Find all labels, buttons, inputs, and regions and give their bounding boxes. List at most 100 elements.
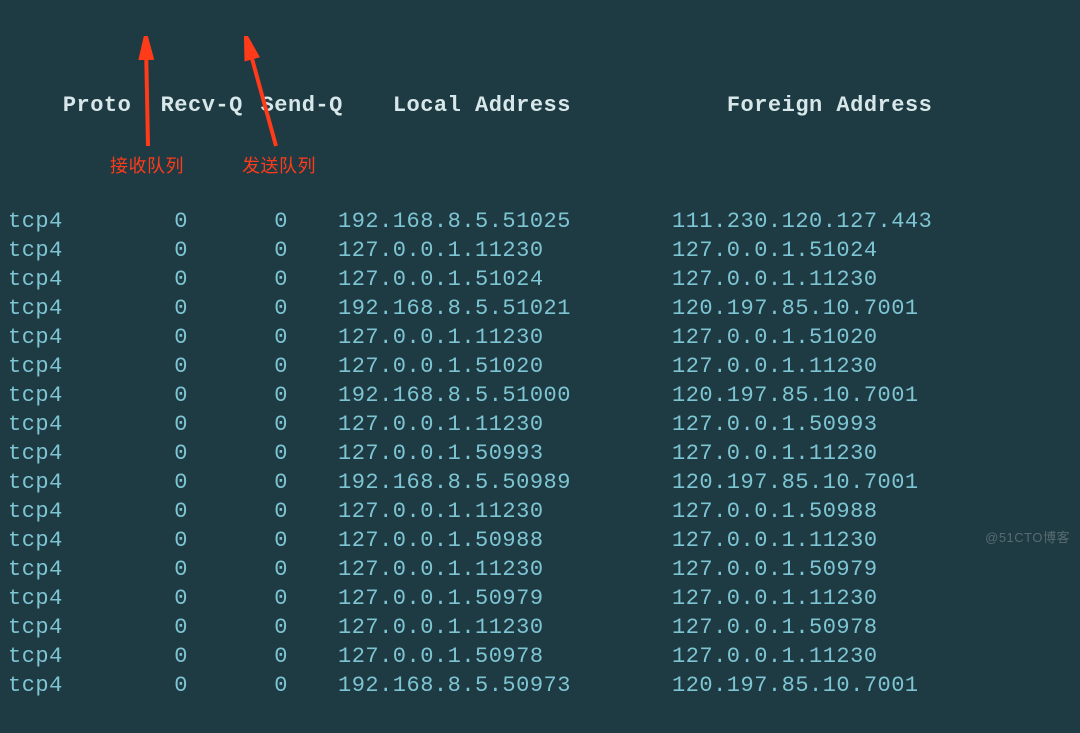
annotation-recv-queue: 接收队列 — [110, 152, 184, 178]
cell-foreign: 120.197.85.10.7001 — [668, 381, 919, 410]
cell-sendq: 0 — [188, 323, 288, 352]
cell-sendq: 0 — [188, 468, 288, 497]
cell-recvq: 0 — [88, 613, 188, 642]
cell-proto: tcp4 — [8, 468, 88, 497]
cell-sendq: 0 — [188, 439, 288, 468]
cell-local: 127.0.0.1.50988 — [288, 526, 668, 555]
cell-recvq: 0 — [88, 410, 188, 439]
col-header-foreign: Foreign Address — [723, 91, 933, 120]
table-row: tcp400127.0.0.1.51024127.0.0.1.11230 — [8, 265, 1072, 294]
cell-recvq: 0 — [88, 497, 188, 526]
table-row: tcp400192.168.8.5.51025111.230.120.127.4… — [8, 207, 1072, 236]
cell-proto: tcp4 — [8, 497, 88, 526]
cell-proto: tcp4 — [8, 323, 88, 352]
cell-proto: tcp4 — [8, 381, 88, 410]
cell-local: 127.0.0.1.11230 — [288, 497, 668, 526]
table-row: tcp400192.168.8.5.51021120.197.85.10.700… — [8, 294, 1072, 323]
cell-sendq: 0 — [188, 671, 288, 700]
cell-sendq: 0 — [188, 236, 288, 265]
cell-local: 192.168.8.5.51000 — [288, 381, 668, 410]
table-row: tcp400127.0.0.1.11230127.0.0.1.50993 — [8, 410, 1072, 439]
table-row: tcp400127.0.0.1.50993127.0.0.1.11230 — [8, 439, 1072, 468]
table-row: tcp400192.168.8.5.50973120.197.85.10.700… — [8, 671, 1072, 700]
cell-foreign: 127.0.0.1.50978 — [668, 613, 878, 642]
cell-local: 127.0.0.1.51020 — [288, 352, 668, 381]
table-row: tcp400127.0.0.1.51020127.0.0.1.11230 — [8, 352, 1072, 381]
watermark: @51CTO博客 — [985, 527, 1070, 546]
cell-proto: tcp4 — [8, 584, 88, 613]
cell-sendq: 0 — [188, 207, 288, 236]
cell-recvq: 0 — [88, 584, 188, 613]
cell-local: 127.0.0.1.11230 — [288, 323, 668, 352]
table-row: tcp400127.0.0.1.11230127.0.0.1.50979 — [8, 555, 1072, 584]
cell-proto: tcp4 — [8, 555, 88, 584]
cell-foreign: 127.0.0.1.11230 — [668, 584, 878, 613]
cell-recvq: 0 — [88, 323, 188, 352]
cell-proto: tcp4 — [8, 439, 88, 468]
cell-recvq: 0 — [88, 294, 188, 323]
cell-foreign: 127.0.0.1.11230 — [668, 352, 878, 381]
cell-local: 127.0.0.1.11230 — [288, 613, 668, 642]
col-header-local: Local Address — [343, 91, 723, 120]
cell-recvq: 0 — [88, 236, 188, 265]
arrow-recv-icon — [130, 36, 170, 151]
cell-recvq: 0 — [88, 468, 188, 497]
table-row: tcp400192.168.8.5.50989120.197.85.10.700… — [8, 468, 1072, 497]
cell-proto: tcp4 — [8, 265, 88, 294]
cell-sendq: 0 — [188, 497, 288, 526]
cell-local: 127.0.0.1.11230 — [288, 555, 668, 584]
cell-proto: tcp4 — [8, 410, 88, 439]
cell-foreign: 120.197.85.10.7001 — [668, 671, 919, 700]
cell-recvq: 0 — [88, 265, 188, 294]
cell-proto: tcp4 — [8, 207, 88, 236]
table-row: tcp400127.0.0.1.11230127.0.0.1.50978 — [8, 613, 1072, 642]
cell-recvq: 0 — [88, 642, 188, 671]
cell-foreign: 127.0.0.1.11230 — [668, 265, 878, 294]
cell-recvq: 0 — [88, 207, 188, 236]
cell-sendq: 0 — [188, 642, 288, 671]
cell-local: 127.0.0.1.11230 — [288, 410, 668, 439]
cell-foreign: 127.0.0.1.50993 — [668, 410, 878, 439]
cell-local: 192.168.8.5.51025 — [288, 207, 668, 236]
cell-foreign: 127.0.0.1.50988 — [668, 497, 878, 526]
cell-proto: tcp4 — [8, 352, 88, 381]
cell-recvq: 0 — [88, 352, 188, 381]
cell-local: 192.168.8.5.50973 — [288, 671, 668, 700]
cell-recvq: 0 — [88, 555, 188, 584]
cell-foreign: 120.197.85.10.7001 — [668, 294, 919, 323]
table-row: tcp400127.0.0.1.11230127.0.0.1.51024 — [8, 236, 1072, 265]
cell-foreign: 127.0.0.1.51020 — [668, 323, 878, 352]
table-row: tcp400127.0.0.1.11230127.0.0.1.50988 — [8, 497, 1072, 526]
arrow-send-icon — [238, 36, 298, 151]
cell-sendq: 0 — [188, 613, 288, 642]
cell-sendq: 0 — [188, 410, 288, 439]
table-row: tcp400127.0.0.1.50988127.0.0.1.11230 — [8, 526, 1072, 555]
cell-sendq: 0 — [188, 294, 288, 323]
table-row: tcp400127.0.0.1.50978127.0.0.1.11230 — [8, 642, 1072, 671]
cell-proto: tcp4 — [8, 294, 88, 323]
annotation-send-queue: 发送队列 — [242, 152, 316, 178]
cell-proto: tcp4 — [8, 236, 88, 265]
cell-local: 127.0.0.1.50993 — [288, 439, 668, 468]
cell-sendq: 0 — [188, 265, 288, 294]
table-row: tcp400127.0.0.1.50979127.0.0.1.11230 — [8, 584, 1072, 613]
cell-proto: tcp4 — [8, 671, 88, 700]
cell-foreign: 127.0.0.1.50979 — [668, 555, 878, 584]
cell-local: 127.0.0.1.51024 — [288, 265, 668, 294]
cell-sendq: 0 — [188, 526, 288, 555]
cell-foreign: 127.0.0.1.11230 — [668, 526, 878, 555]
cell-proto: tcp4 — [8, 642, 88, 671]
cell-local: 192.168.8.5.50989 — [288, 468, 668, 497]
cell-foreign: 127.0.0.1.51024 — [668, 236, 878, 265]
cell-local: 127.0.0.1.50979 — [288, 584, 668, 613]
netstat-rows: tcp400192.168.8.5.51025111.230.120.127.4… — [8, 207, 1072, 700]
cell-foreign: 127.0.0.1.11230 — [668, 642, 878, 671]
table-row: tcp400127.0.0.1.11230127.0.0.1.51020 — [8, 323, 1072, 352]
cell-sendq: 0 — [188, 584, 288, 613]
cell-local: 127.0.0.1.50978 — [288, 642, 668, 671]
table-row: tcp400192.168.8.5.51000120.197.85.10.700… — [8, 381, 1072, 410]
cell-sendq: 0 — [188, 381, 288, 410]
cell-proto: tcp4 — [8, 526, 88, 555]
cell-recvq: 0 — [88, 671, 188, 700]
cell-local: 192.168.8.5.51021 — [288, 294, 668, 323]
